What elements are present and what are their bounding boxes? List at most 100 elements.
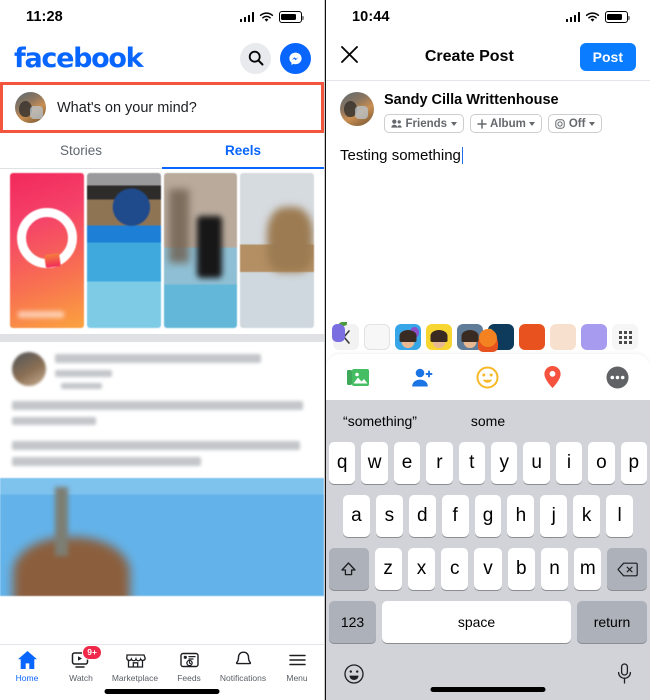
key-y[interactable]: y — [491, 442, 518, 484]
key-p[interactable]: p — [620, 442, 648, 484]
status-icons — [239, 11, 304, 23]
sticker-grid-icon[interactable] — [612, 324, 638, 350]
reel-thumbnail-2[interactable] — [86, 173, 161, 328]
battery-icon — [279, 11, 304, 23]
composer-highlighted-box[interactable]: What's on your mind? — [0, 82, 324, 133]
key-g[interactable]: g — [474, 495, 502, 537]
nav-label-home: Home — [15, 673, 39, 683]
audience-chip-label: Friends — [405, 117, 448, 130]
key-w[interactable]: w — [361, 442, 388, 484]
check-in-location-icon[interactable] — [520, 365, 585, 389]
post-photo[interactable] — [0, 478, 324, 596]
avatar[interactable] — [15, 92, 46, 123]
numbers-key[interactable]: 123 — [329, 601, 376, 643]
composer-placeholder[interactable]: What's on your mind? — [57, 100, 197, 116]
key-l[interactable]: l — [606, 495, 634, 537]
sticker-memoji-yellow[interactable] — [426, 324, 452, 350]
nav-label-watch: Watch — [69, 673, 93, 683]
search-icon[interactable] — [240, 42, 271, 74]
key-b[interactable]: b — [507, 548, 535, 590]
messenger-icon[interactable] — [280, 42, 311, 74]
close-icon[interactable] — [340, 45, 359, 69]
sticker-orange[interactable] — [339, 322, 576, 350]
key-k[interactable]: k — [573, 495, 601, 537]
post-button[interactable]: Post — [579, 43, 636, 71]
key-o[interactable]: o — [588, 442, 615, 484]
key-i[interactable]: i — [555, 442, 583, 484]
watch-badge: 9+ — [82, 645, 102, 660]
tab-reels[interactable]: Reels — [162, 133, 324, 169]
nav-item-menu[interactable]: Menu — [270, 650, 324, 683]
key-a[interactable]: a — [343, 495, 370, 537]
plus-icon — [476, 118, 487, 129]
battery-icon — [605, 11, 630, 23]
key-j[interactable]: j — [540, 495, 568, 537]
nav-item-feeds[interactable]: Feeds — [162, 650, 216, 683]
reel-thumbnail-3[interactable] — [163, 173, 238, 328]
key-h[interactable]: h — [507, 495, 535, 537]
tab-stories[interactable]: Stories — [0, 133, 162, 168]
sticker-cat[interactable] — [478, 324, 545, 352]
nav-label-menu: Menu — [286, 673, 308, 683]
feed-post — [0, 342, 324, 478]
suggestion-1[interactable]: some — [434, 413, 542, 429]
key-q[interactable]: q — [328, 442, 356, 484]
post-text-area[interactable]: Testing something — [326, 133, 650, 164]
tag-people-icon[interactable] — [391, 367, 456, 388]
key-z[interactable]: z — [374, 548, 402, 590]
sticker-thumb[interactable] — [332, 324, 607, 350]
home-indicator[interactable] — [430, 687, 546, 692]
nav-item-home[interactable]: Home — [0, 650, 54, 683]
feeling-activity-icon[interactable] — [456, 366, 521, 389]
reels-strip — [0, 169, 324, 334]
author-details: Sandy Cilla Writtenhouse Friends Album O… — [384, 92, 602, 133]
post-option-chips: Friends Album Off — [384, 114, 602, 133]
facebook-logo[interactable]: facebook — [14, 45, 144, 72]
create-reel-card[interactable] — [10, 173, 84, 328]
more-options-icon[interactable] — [585, 366, 650, 389]
key-u[interactable]: u — [523, 442, 550, 484]
key-t[interactable]: t — [458, 442, 485, 484]
post-author-avatar[interactable] — [12, 352, 46, 386]
home-indicator[interactable] — [104, 689, 220, 694]
key-v[interactable]: v — [474, 548, 502, 590]
nav-item-marketplace[interactable]: Marketplace — [108, 650, 162, 683]
key-e[interactable]: e — [393, 442, 421, 484]
sticker-suggestion-row — [326, 320, 650, 354]
suggestion-0[interactable]: “something” — [326, 413, 434, 429]
keyboard-row-2: a s d f g h j k l — [326, 495, 650, 537]
key-d[interactable]: d — [408, 495, 436, 537]
return-key[interactable]: return — [577, 601, 647, 643]
nav-item-notifications[interactable]: Notifications — [216, 650, 270, 683]
audience-chip-friends[interactable]: Friends — [384, 114, 464, 133]
sticker-memoji-balloon[interactable] — [395, 324, 421, 350]
instagram-crosspost-chip[interactable]: Off — [548, 114, 602, 133]
key-n[interactable]: n — [540, 548, 569, 590]
key-x[interactable]: x — [407, 548, 436, 590]
key-m[interactable]: m — [574, 548, 602, 590]
right-phone-create-post: 10:44 Create Post Post Sandy Cilla Writt… — [325, 0, 650, 700]
nav-item-watch[interactable]: 9+ Watch — [54, 645, 108, 683]
emoji-icon[interactable] — [344, 663, 364, 689]
photo-video-icon[interactable] — [326, 367, 391, 388]
avatar[interactable] — [340, 92, 374, 126]
reel-thumbnail-4[interactable] — [240, 173, 314, 328]
post-body-text — [12, 401, 312, 466]
post-author-row: Sandy Cilla Writtenhouse Friends Album O… — [326, 81, 650, 133]
key-s[interactable]: s — [375, 495, 403, 537]
shift-icon[interactable] — [328, 548, 369, 590]
key-c[interactable]: c — [441, 548, 469, 590]
chevron-down-icon — [588, 121, 595, 126]
album-chip[interactable]: Album — [469, 114, 543, 133]
backspace-icon[interactable] — [607, 548, 648, 590]
nav-label-feeds: Feeds — [177, 673, 201, 683]
key-f[interactable]: f — [441, 495, 469, 537]
space-key[interactable]: space — [382, 601, 571, 643]
keyboard-row-1: q w e r t y u i o p — [326, 442, 650, 484]
microphone-icon[interactable] — [617, 663, 632, 689]
key-r[interactable]: r — [426, 442, 453, 484]
sticker-blank[interactable] — [364, 324, 390, 350]
header-buttons — [240, 42, 311, 74]
instagram-icon — [555, 118, 566, 129]
create-post-header: Create Post Post — [326, 34, 650, 81]
